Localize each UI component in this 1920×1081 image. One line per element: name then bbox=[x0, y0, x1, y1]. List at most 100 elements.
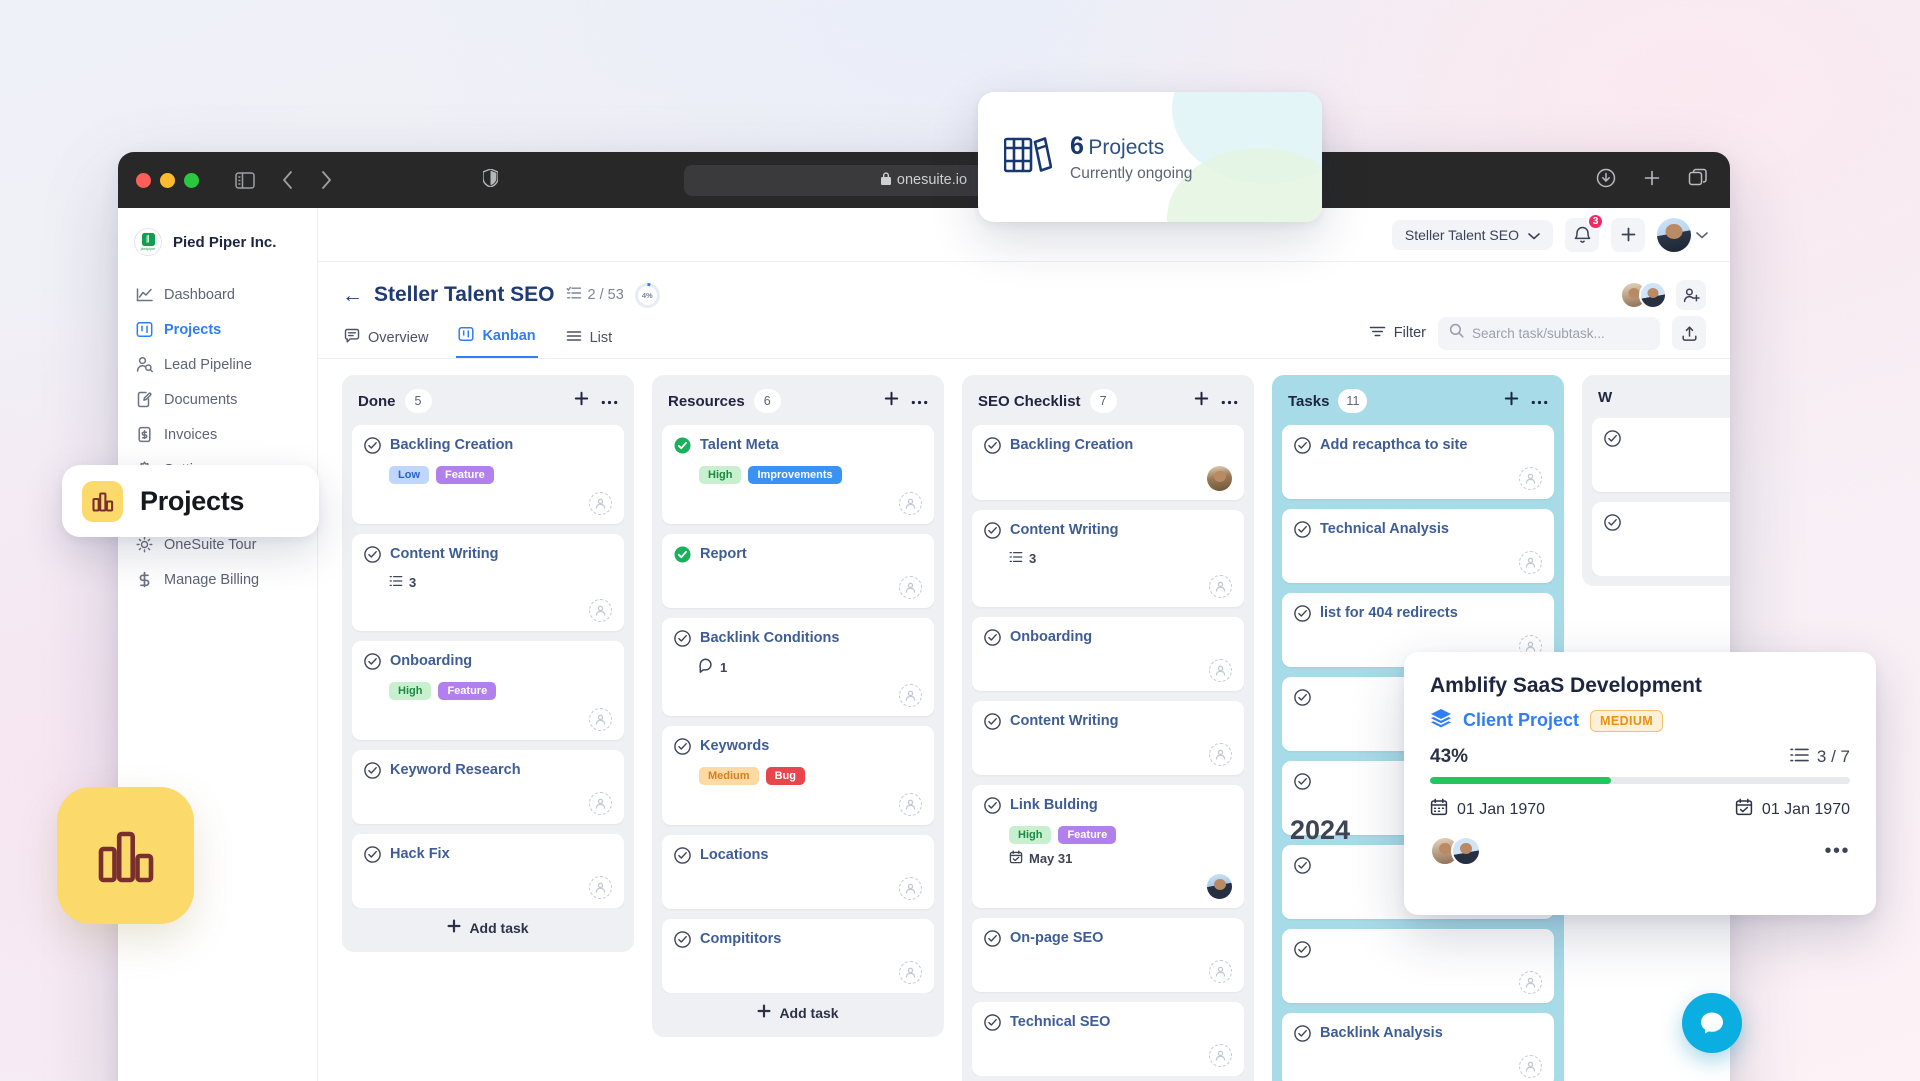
task-status-icon[interactable] bbox=[1294, 941, 1311, 963]
task-card[interactable]: Technical SEO bbox=[972, 1002, 1244, 1076]
task-card[interactable] bbox=[1282, 929, 1554, 1003]
task-card[interactable]: Content Writing bbox=[972, 701, 1244, 775]
assignee-placeholder-icon[interactable] bbox=[899, 876, 922, 900]
assignee-placeholder-icon[interactable] bbox=[1519, 1054, 1542, 1078]
assignee-placeholder-icon[interactable] bbox=[589, 791, 612, 815]
member-avatars[interactable] bbox=[1620, 281, 1667, 309]
column-menu-button[interactable] bbox=[911, 392, 928, 410]
task-status-icon[interactable] bbox=[364, 653, 381, 675]
search-input[interactable] bbox=[1472, 325, 1649, 341]
task-status-icon[interactable] bbox=[364, 846, 381, 868]
back-button[interactable]: ← bbox=[342, 285, 363, 306]
task-status-icon[interactable] bbox=[674, 630, 691, 652]
task-status-icon[interactable] bbox=[1294, 521, 1311, 543]
chat-support-button[interactable] bbox=[1682, 993, 1742, 1053]
task-status-icon[interactable] bbox=[1294, 857, 1311, 879]
add-card-button[interactable] bbox=[1193, 390, 1210, 412]
task-card[interactable]: Hack Fix bbox=[352, 834, 624, 908]
assignee-placeholder-icon[interactable] bbox=[1209, 959, 1232, 983]
task-status-icon[interactable] bbox=[1604, 514, 1621, 536]
add-card-button[interactable] bbox=[1503, 390, 1520, 412]
minimize-window-button[interactable] bbox=[160, 172, 175, 188]
column-menu-button[interactable] bbox=[601, 392, 618, 410]
task-card[interactable]: Talent Meta High Improvements bbox=[662, 425, 934, 524]
task-status-icon[interactable] bbox=[984, 797, 1001, 819]
task-card[interactable]: Backling Creation Low Feature bbox=[352, 425, 624, 524]
task-status-icon[interactable] bbox=[984, 437, 1001, 459]
member-avatars[interactable] bbox=[1430, 836, 1481, 866]
task-card[interactable]: On-page SEO bbox=[972, 918, 1244, 992]
filter-button[interactable]: Filter bbox=[1369, 324, 1426, 343]
task-card[interactable]: Keywords Medium Bug bbox=[662, 726, 934, 825]
task-status-icon[interactable] bbox=[984, 713, 1001, 735]
task-status-icon[interactable] bbox=[364, 437, 381, 459]
task-status-icon[interactable] bbox=[984, 930, 1001, 952]
shield-icon[interactable] bbox=[482, 167, 499, 192]
task-status-icon[interactable] bbox=[674, 931, 691, 953]
task-status-icon[interactable] bbox=[364, 546, 381, 568]
task-card[interactable]: Content Writing 3 bbox=[972, 510, 1244, 607]
task-card[interactable] bbox=[1592, 418, 1730, 492]
task-status-icon[interactable] bbox=[674, 546, 691, 568]
export-button[interactable] bbox=[1672, 316, 1706, 350]
task-status-icon[interactable] bbox=[1294, 689, 1311, 711]
label-chip[interactable]: Feature bbox=[1058, 826, 1117, 844]
sidebar-toggle-icon[interactable] bbox=[235, 171, 255, 189]
task-status-icon[interactable] bbox=[674, 847, 691, 869]
assignee-placeholder-icon[interactable] bbox=[589, 707, 612, 731]
assignee-placeholder-icon[interactable] bbox=[1519, 550, 1542, 574]
label-chip[interactable]: High bbox=[699, 466, 742, 484]
add-member-button[interactable] bbox=[1676, 280, 1706, 310]
label-chip[interactable]: Low bbox=[389, 466, 429, 484]
label-chip[interactable]: Feature bbox=[436, 466, 494, 484]
task-status-icon[interactable] bbox=[1294, 1025, 1311, 1047]
add-button[interactable] bbox=[1611, 217, 1645, 252]
assignee-placeholder-icon[interactable] bbox=[899, 575, 922, 599]
column-menu-button[interactable] bbox=[1531, 392, 1548, 410]
close-window-button[interactable] bbox=[136, 172, 151, 188]
user-menu[interactable] bbox=[1657, 217, 1708, 252]
task-card[interactable] bbox=[1592, 502, 1730, 576]
label-chip[interactable]: Improvements bbox=[748, 466, 842, 484]
tab-list[interactable]: List bbox=[564, 324, 615, 358]
assignee-placeholder-icon[interactable] bbox=[1209, 1043, 1232, 1067]
forward-icon[interactable] bbox=[320, 170, 333, 190]
column-menu-button[interactable] bbox=[1221, 392, 1238, 410]
task-status-icon[interactable] bbox=[1604, 430, 1621, 452]
add-task-button[interactable]: Add task bbox=[662, 993, 934, 1027]
task-status-icon[interactable] bbox=[1294, 773, 1311, 795]
label-chip[interactable]: Medium bbox=[699, 767, 759, 785]
task-status-icon[interactable] bbox=[984, 1014, 1001, 1036]
task-card[interactable]: Backling Creation bbox=[972, 425, 1244, 500]
task-card[interactable]: Onboarding High Feature bbox=[352, 641, 624, 740]
back-icon[interactable] bbox=[281, 170, 294, 190]
label-chip[interactable]: Bug bbox=[765, 767, 805, 785]
sidebar-item-documents[interactable]: Documents bbox=[128, 383, 307, 416]
add-card-button[interactable] bbox=[883, 390, 900, 412]
task-status-icon[interactable] bbox=[674, 437, 691, 459]
tab-overview-icon[interactable] bbox=[1688, 168, 1708, 193]
assignee-placeholder-icon[interactable] bbox=[589, 875, 612, 899]
assignee-placeholder-icon[interactable] bbox=[899, 683, 922, 707]
sidebar-item-lead-pipeline[interactable]: Lead Pipeline bbox=[128, 348, 307, 381]
assignee-placeholder-icon[interactable] bbox=[899, 491, 922, 515]
task-card[interactable]: Backlink Conditions 1 bbox=[662, 618, 934, 716]
add-card-button[interactable] bbox=[573, 390, 590, 412]
label-chip[interactable]: High bbox=[389, 682, 432, 700]
task-status-icon[interactable] bbox=[674, 738, 691, 760]
assignee-placeholder-icon[interactable] bbox=[899, 792, 922, 816]
assignee-placeholder-icon[interactable] bbox=[1209, 658, 1232, 682]
maximize-window-button[interactable] bbox=[184, 172, 199, 188]
add-task-button[interactable]: Add task bbox=[972, 1076, 1244, 1081]
label-chip[interactable]: Feature bbox=[438, 682, 497, 700]
task-status-icon[interactable] bbox=[1294, 437, 1311, 459]
task-card[interactable]: Compititors bbox=[662, 919, 934, 993]
sidebar-item-invoices[interactable]: Invoices bbox=[128, 418, 307, 451]
task-card[interactable]: Technical Analysis bbox=[1282, 509, 1554, 583]
assignee-placeholder-icon[interactable] bbox=[589, 491, 612, 515]
assignee-placeholder-icon[interactable] bbox=[1519, 466, 1542, 490]
download-icon[interactable] bbox=[1596, 168, 1616, 193]
sidebar-item-projects[interactable]: Projects bbox=[128, 313, 307, 346]
window-controls[interactable] bbox=[136, 172, 199, 188]
search-box[interactable] bbox=[1438, 316, 1660, 350]
